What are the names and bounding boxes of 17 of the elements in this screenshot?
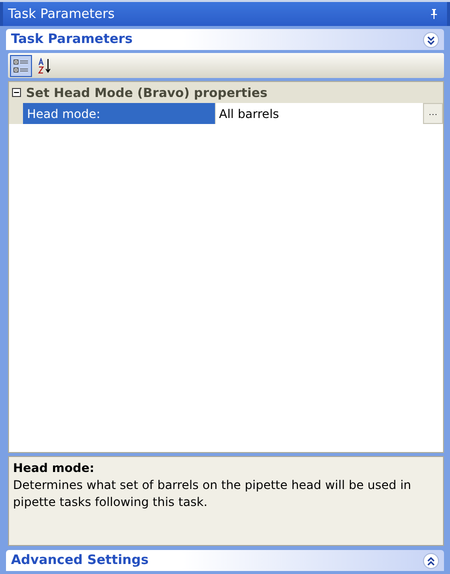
property-name[interactable]: Head mode: <box>23 103 215 124</box>
section-header[interactable]: Task Parameters <box>6 29 444 50</box>
category-row[interactable]: Set Head Mode (Bravo) properties <box>9 82 443 103</box>
window-title: Task Parameters <box>8 6 115 22</box>
browse-button[interactable]: ··· <box>423 103 443 124</box>
section-title: Task Parameters <box>11 32 133 47</box>
description-title: Head mode: <box>13 461 96 475</box>
section-header[interactable]: Advanced Settings <box>6 550 444 571</box>
section-title: Advanced Settings <box>11 553 149 568</box>
description-text: Determines what set of barrels on the pipette head will be used in pipette tasks following this task. <box>13 477 412 511</box>
chevron-icon[interactable] <box>423 32 439 48</box>
categorized-view-button[interactable] <box>10 54 32 76</box>
property-value[interactable]: All barrels <box>215 103 423 124</box>
collapse-icon[interactable] <box>12 88 21 97</box>
category-title: Set Head Mode (Bravo) properties <box>26 85 268 100</box>
pin-icon[interactable] <box>430 9 438 19</box>
chevron-icon[interactable] <box>423 552 439 568</box>
